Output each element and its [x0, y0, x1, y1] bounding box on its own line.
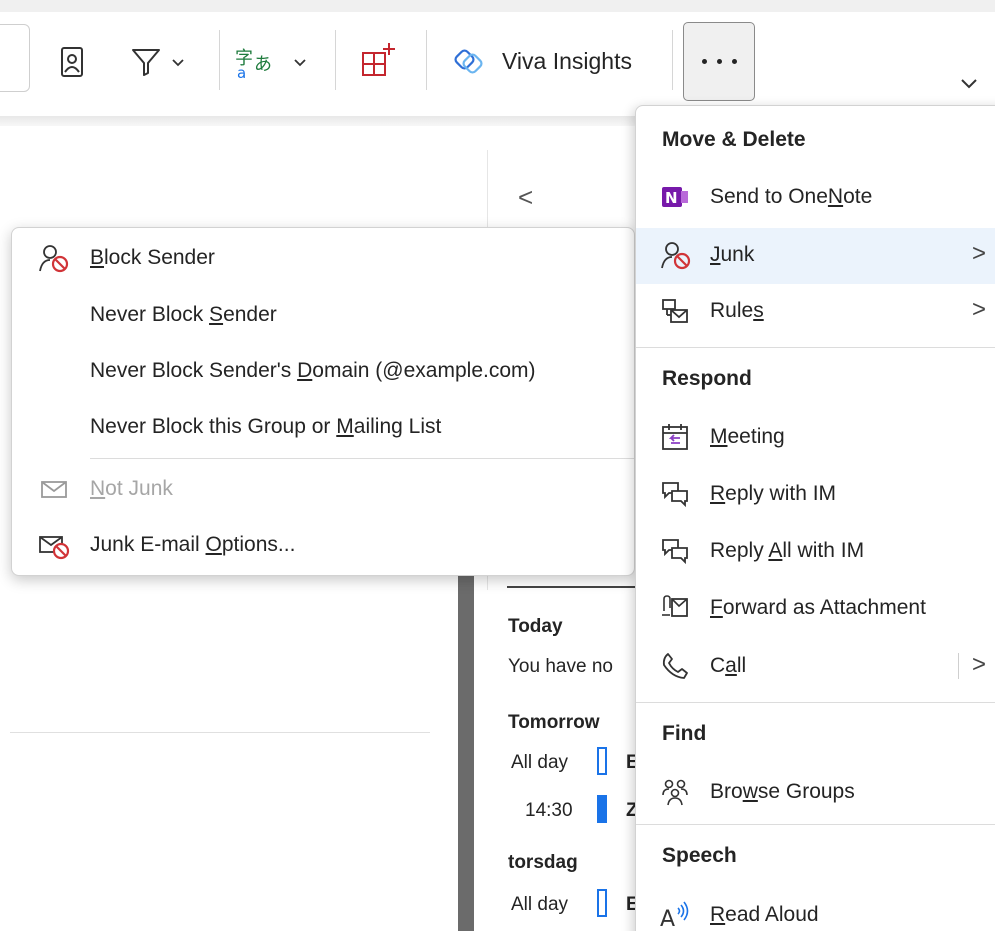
ribbon-separator [672, 30, 673, 90]
menu-separator [636, 702, 995, 703]
never-block-domain-label: Never Block Sender's Domain (@example.co… [90, 359, 536, 382]
junk-label: Junk [710, 243, 755, 266]
translate-icon[interactable]: 字aあ [234, 42, 280, 82]
chevron-down-icon[interactable] [290, 55, 310, 71]
rules-item[interactable]: Rules > [636, 284, 995, 340]
submenu-arrow-icon[interactable]: > [972, 651, 986, 679]
reply-with-im-item[interactable]: Reply with IM [636, 467, 995, 523]
title-strip [0, 0, 995, 12]
svg-text:N: N [665, 189, 678, 207]
svg-text:あ: あ [254, 54, 272, 75]
viva-insights-label[interactable]: Viva Insights [502, 48, 632, 75]
not-junk-item: Not Junk [12, 466, 634, 512]
meeting-calendar-icon [660, 422, 692, 454]
junk-submenu: Block Sender Never Block Sender Never Bl… [11, 227, 635, 576]
never-block-sender-item[interactable]: Never Block Sender [12, 292, 634, 338]
event-marker [597, 795, 607, 823]
forward-as-attachment-item[interactable]: Forward as Attachment [636, 581, 995, 637]
never-block-group-label: Never Block this Group or Mailing List [90, 415, 442, 438]
forward-attachment-icon [660, 593, 692, 625]
section-respond: Respond [662, 367, 752, 390]
event-time: 14:30 [525, 800, 573, 821]
menu-separator [636, 347, 995, 348]
read-aloud-label: Read Aloud [710, 903, 819, 926]
browse-groups-item[interactable]: Browse Groups [636, 765, 995, 821]
block-sender-icon [38, 243, 70, 273]
event-time: All day [511, 752, 569, 773]
call-item[interactable]: Call > [636, 639, 995, 695]
event-marker [597, 747, 607, 775]
junk-item[interactable]: Junk > [636, 228, 995, 284]
phone-icon [660, 651, 692, 683]
section-speech: Speech [662, 844, 737, 867]
onenote-icon: N [660, 182, 692, 214]
call-label: Call [710, 654, 747, 677]
menu-separator [636, 824, 995, 825]
add-apps-icon[interactable] [358, 38, 398, 82]
section-move-delete: Move & Delete [662, 128, 806, 151]
event-marker [597, 889, 607, 917]
meeting-item[interactable]: Meeting [636, 410, 995, 466]
block-sender-label: Block Sender [90, 246, 215, 269]
submenu-arrow-icon: > [972, 240, 987, 267]
not-junk-label: Not Junk [90, 477, 173, 500]
chat-reply-icon [660, 479, 692, 511]
send-to-onenote-item[interactable]: N Send to OneNote [636, 170, 995, 226]
reply-all-with-im-item[interactable]: Reply All with IM [636, 524, 995, 580]
search-box[interactable] [0, 24, 30, 92]
never-block-sender-label: Never Block Sender [90, 303, 277, 326]
more-options-menu: Move & Delete N Send to OneNote Junk > R… [635, 105, 995, 931]
ribbon-separator [219, 30, 220, 90]
ribbon-separator [426, 30, 427, 90]
more-options-button[interactable] [683, 22, 755, 101]
rules-label: Rules [710, 299, 764, 322]
meeting-label: Meeting [710, 425, 785, 448]
reply-with-im-label: Reply with IM [710, 482, 837, 505]
groups-icon [660, 777, 692, 809]
junk-icon [660, 240, 692, 272]
svg-text:a: a [237, 64, 246, 80]
junk-options-icon [38, 530, 70, 560]
junk-email-options-item[interactable]: Junk E-mail Options... [12, 522, 634, 568]
address-book-icon[interactable] [52, 40, 92, 84]
tomorrow-heading: Tomorrow [508, 712, 600, 733]
never-block-domain-item[interactable]: Never Block Sender's Domain (@example.co… [12, 348, 634, 394]
forward-as-attachment-label: Forward as Attachment [710, 596, 926, 619]
event-time: All day [511, 894, 569, 915]
menu-separator [90, 458, 634, 459]
send-to-onenote-label: Send to OneNote [710, 185, 873, 208]
pane-splitter[interactable] [458, 576, 474, 931]
never-block-group-item[interactable]: Never Block this Group or Mailing List [12, 404, 634, 450]
submenu-arrow-icon: > [972, 296, 987, 323]
rules-icon [660, 296, 692, 328]
split-divider [958, 653, 959, 679]
block-sender-item[interactable]: Block Sender [12, 235, 634, 281]
reply-all-with-im-label: Reply All with IM [710, 539, 865, 562]
section-find: Find [662, 722, 707, 745]
browse-groups-label: Browse Groups [710, 780, 855, 803]
svg-text:A: A [660, 907, 675, 930]
divider [10, 732, 430, 733]
today-heading: Today [508, 616, 563, 637]
read-aloud-item[interactable]: A Read Aloud [636, 888, 995, 931]
thursday-heading: torsdag [508, 852, 578, 873]
ribbon-separator [335, 30, 336, 90]
collapse-ribbon-icon[interactable] [958, 72, 980, 94]
junk-email-options-label: Junk E-mail Options... [90, 533, 296, 556]
back-chevron-icon[interactable]: < [518, 182, 533, 213]
today-message: You have no [508, 656, 613, 677]
chat-reply-all-icon [660, 536, 692, 568]
envelope-icon [38, 474, 70, 504]
viva-insights-icon[interactable] [448, 42, 490, 82]
chevron-down-icon[interactable] [168, 55, 188, 71]
read-aloud-icon: A [660, 900, 692, 931]
ribbon-shadow [0, 116, 640, 126]
more-options-icon [701, 59, 707, 64]
divider [507, 586, 637, 588]
filter-icon[interactable] [128, 42, 164, 82]
